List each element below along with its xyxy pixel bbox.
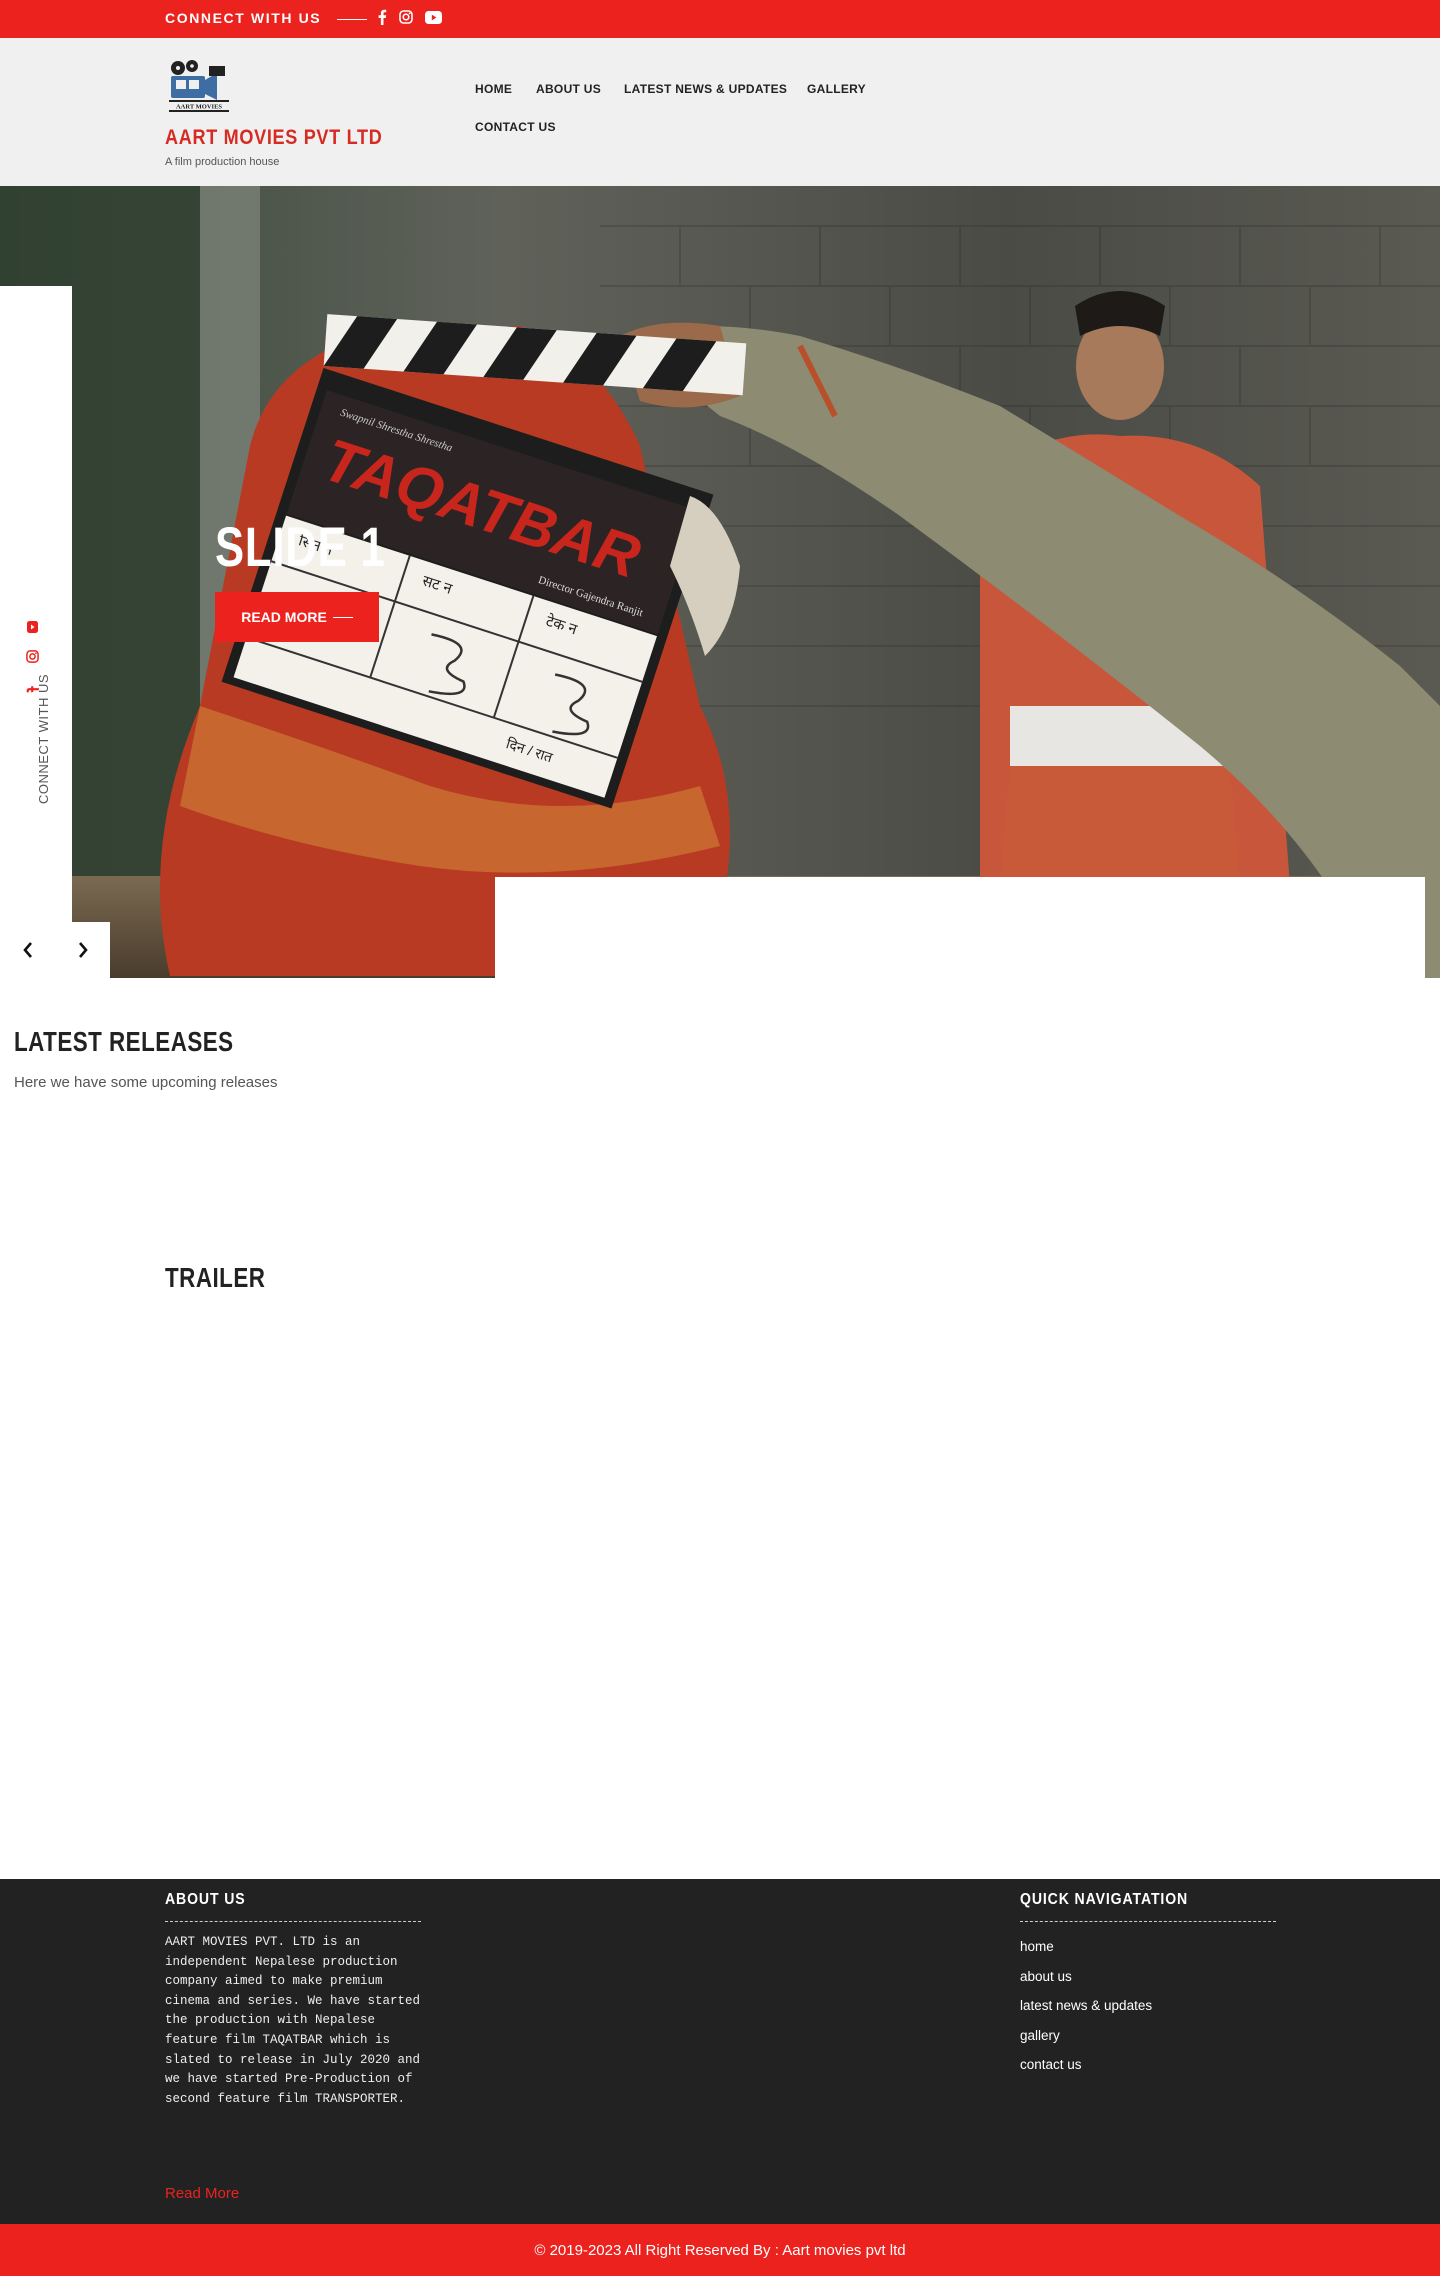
- footer-about-text: AART MOVIES PVT. LTD is an independent N…: [165, 1935, 421, 2106]
- nav-latest-news[interactable]: LATEST NEWS & UPDATES: [624, 82, 787, 96]
- site-logo[interactable]: AART MOVIES: [165, 58, 235, 114]
- logo-caption: AART MOVIES: [176, 104, 222, 111]
- connect-divider: [337, 19, 367, 20]
- hero-slider: Swapnil Shrestha Shrestha TAQATBAR Direc…: [0, 186, 1440, 978]
- brand-tagline: A film production house: [165, 156, 280, 168]
- footer-read-more-link[interactable]: Read More: [165, 2185, 239, 2202]
- copyright-bar: © 2019-2023 All Right Reserved By : Aart…: [0, 2224, 1440, 2276]
- hero-read-more-label: READ MORE: [241, 609, 327, 625]
- side-social-panel: CONNECT WITH US: [0, 286, 72, 926]
- latest-releases-title: LATEST RELEASES: [14, 1026, 234, 1057]
- footer-link-about-us[interactable]: about us: [1020, 1969, 1152, 1999]
- nav-home[interactable]: HOME: [475, 82, 512, 96]
- read-more-dash: [332, 616, 353, 618]
- connect-label: CONNECT WITH US: [165, 10, 322, 26]
- footer-nav-title: QUICK NAVIGATATION: [1020, 1891, 1189, 1908]
- footer-nav-divider: [1020, 1921, 1276, 1922]
- footer-link-contact-us[interactable]: contact us: [1020, 2057, 1152, 2087]
- prev-arrow-icon[interactable]: [0, 922, 55, 978]
- site-footer: ABOUT US AART MOVIES PVT. LTD is an inde…: [0, 1879, 1440, 2224]
- site-header: AART MOVIES AART MOVIES PVT LTD A film p…: [0, 38, 1440, 186]
- nav-gallery[interactable]: GALLERY: [807, 82, 866, 96]
- brand-name[interactable]: AART MOVIES PVT LTD: [165, 126, 382, 150]
- instagram-icon[interactable]: [26, 650, 39, 668]
- hero-image: Swapnil Shrestha Shrestha TAQATBAR Direc…: [0, 186, 1440, 978]
- topbar-social-links: [377, 9, 442, 30]
- copyright-text: © 2019-2023 All Right Reserved By : Aart…: [534, 2241, 906, 2259]
- top-bar: CONNECT WITH US: [0, 0, 1440, 38]
- hero-caption-box: [495, 877, 1425, 978]
- footer-link-gallery[interactable]: gallery: [1020, 2028, 1152, 2058]
- youtube-icon[interactable]: [27, 620, 38, 638]
- facebook-icon[interactable]: [377, 9, 387, 30]
- footer-about-divider: [165, 1921, 421, 1922]
- footer-link-home[interactable]: home: [1020, 1939, 1152, 1969]
- footer-about-title: ABOUT US: [165, 1891, 246, 1908]
- next-arrow-icon[interactable]: [55, 922, 110, 978]
- instagram-icon[interactable]: [399, 10, 413, 29]
- nav-contact-us[interactable]: CONTACT US: [475, 120, 556, 134]
- slide-title: SLIDE 1: [215, 515, 386, 578]
- youtube-icon[interactable]: [425, 10, 442, 29]
- side-connect-label: CONNECT WITH US: [36, 673, 51, 804]
- trailer-title: TRAILER: [165, 1262, 266, 1293]
- latest-releases-subtitle: Here we have some upcoming releases: [14, 1074, 278, 1091]
- hero-read-more-button[interactable]: READ MORE: [215, 592, 379, 642]
- footer-quick-nav: home about us latest news & updates gall…: [1020, 1939, 1152, 2087]
- slider-controls: [0, 922, 110, 978]
- nav-about-us[interactable]: ABOUT US: [536, 82, 601, 96]
- footer-link-latest-news[interactable]: latest news & updates: [1020, 1998, 1152, 2028]
